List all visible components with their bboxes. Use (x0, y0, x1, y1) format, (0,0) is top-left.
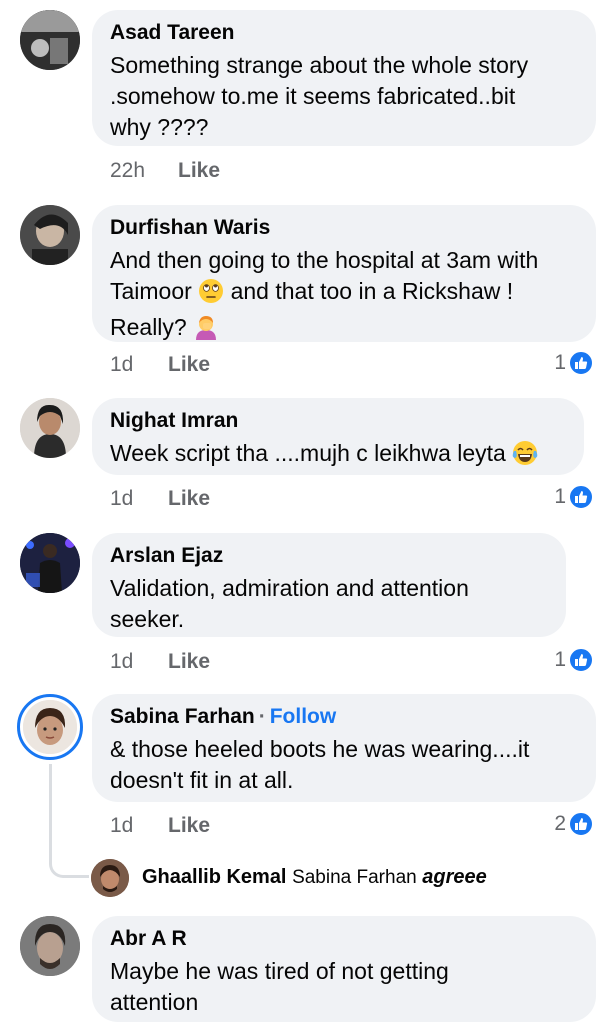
like-button[interactable]: Like (168, 353, 210, 376)
like-button[interactable]: Like (168, 650, 210, 673)
comment-text-part: Week script tha ....mujh c leikhwa leyta (110, 440, 506, 466)
comment-author[interactable]: Asad Tareen (110, 20, 578, 46)
like-button[interactable]: Like (168, 814, 210, 837)
comment-text: Validation, admiration and attention see… (110, 575, 469, 632)
person-facepalming-emoji-icon (193, 314, 219, 348)
like-button[interactable]: Like (168, 487, 210, 510)
comment-author[interactable]: Abr A R (110, 926, 578, 952)
comment-text: Week script tha ....mujh c leikhwa leyta (110, 438, 566, 474)
thread-connector (49, 764, 52, 858)
comment-author-line: Sabina Farhan · Follow (110, 704, 578, 730)
rolling-eyes-emoji-icon (198, 278, 224, 312)
comment-timestamp[interactable]: 22h (110, 159, 178, 183)
comment-author[interactable]: Nighat Imran (110, 408, 566, 434)
reaction-summary[interactable]: 1 (554, 484, 594, 510)
reply-preview[interactable]: Ghaallib Kemal Sabina Farhan agreee (142, 866, 487, 889)
avatar[interactable] (23, 700, 77, 754)
reply-mention[interactable]: Sabina Farhan (292, 867, 417, 888)
follow-separator: · (258, 705, 266, 728)
like-button[interactable]: Like (178, 159, 220, 182)
avatar[interactable] (20, 533, 80, 593)
reaction-count: 1 (554, 648, 566, 671)
comment-text: Something strange about the whole story … (110, 52, 529, 140)
comment-timestamp[interactable]: 1d (110, 650, 168, 674)
comment-actions: 22h Like (110, 159, 220, 183)
avatar[interactable] (20, 398, 80, 458)
reaction-summary[interactable]: 1 (554, 647, 594, 673)
comment-text: And then going to the hospital at 3am wi… (110, 245, 580, 348)
comment-text: Maybe he was tired of not getting attent… (110, 958, 449, 1015)
follow-button[interactable]: Follow (270, 705, 337, 728)
comment-actions: 1d Like (110, 814, 210, 838)
reply-text: agreee (422, 866, 487, 888)
thumbs-up-icon (568, 484, 594, 510)
reaction-summary[interactable]: 1 (554, 350, 594, 376)
comment-bubble: Sabina Farhan · Follow & those heeled boot… (92, 694, 596, 802)
thumbs-up-icon (568, 647, 594, 673)
comment-timestamp[interactable]: 1d (110, 487, 168, 511)
comment-bubble: Durfishan Waris And then going to the ho… (92, 205, 596, 342)
comment-bubble: Asad Tareen Something strange about the … (92, 10, 596, 146)
reply-author[interactable]: Ghaallib Kemal (142, 866, 287, 888)
comment-actions: 1d Like (110, 353, 210, 377)
comment-timestamp[interactable]: 1d (110, 353, 168, 377)
comment-author[interactable]: Durfishan Waris (110, 215, 578, 241)
comment-bubble: Abr A R Maybe he was tired of not gettin… (92, 916, 596, 1022)
reaction-count: 1 (554, 351, 566, 374)
comment-actions: 1d Like (110, 487, 210, 511)
thread-connector-hook (49, 856, 89, 878)
comment-actions: 1d Like (110, 650, 210, 674)
comment-bubble: Nighat Imran Week script tha ....mujh c … (92, 398, 584, 475)
reaction-count: 2 (554, 812, 566, 835)
avatar[interactable] (20, 916, 80, 976)
comment-bubble: Arslan Ejaz Validation, admiration and a… (92, 533, 566, 637)
reaction-summary[interactable]: 2 (554, 811, 594, 837)
tears-of-joy-emoji-icon (512, 440, 538, 474)
reply-avatar[interactable] (91, 859, 129, 897)
comment-text: & those heeled boots he was wearing....i… (110, 736, 530, 793)
comment-timestamp[interactable]: 1d (110, 814, 168, 838)
avatar[interactable] (20, 205, 80, 265)
comment-author[interactable]: Arslan Ejaz (110, 543, 548, 569)
thumbs-up-icon (568, 811, 594, 837)
comment-author[interactable]: Sabina Farhan (110, 705, 255, 728)
thumbs-up-icon (568, 350, 594, 376)
reaction-count: 1 (554, 485, 566, 508)
avatar[interactable] (20, 10, 80, 70)
